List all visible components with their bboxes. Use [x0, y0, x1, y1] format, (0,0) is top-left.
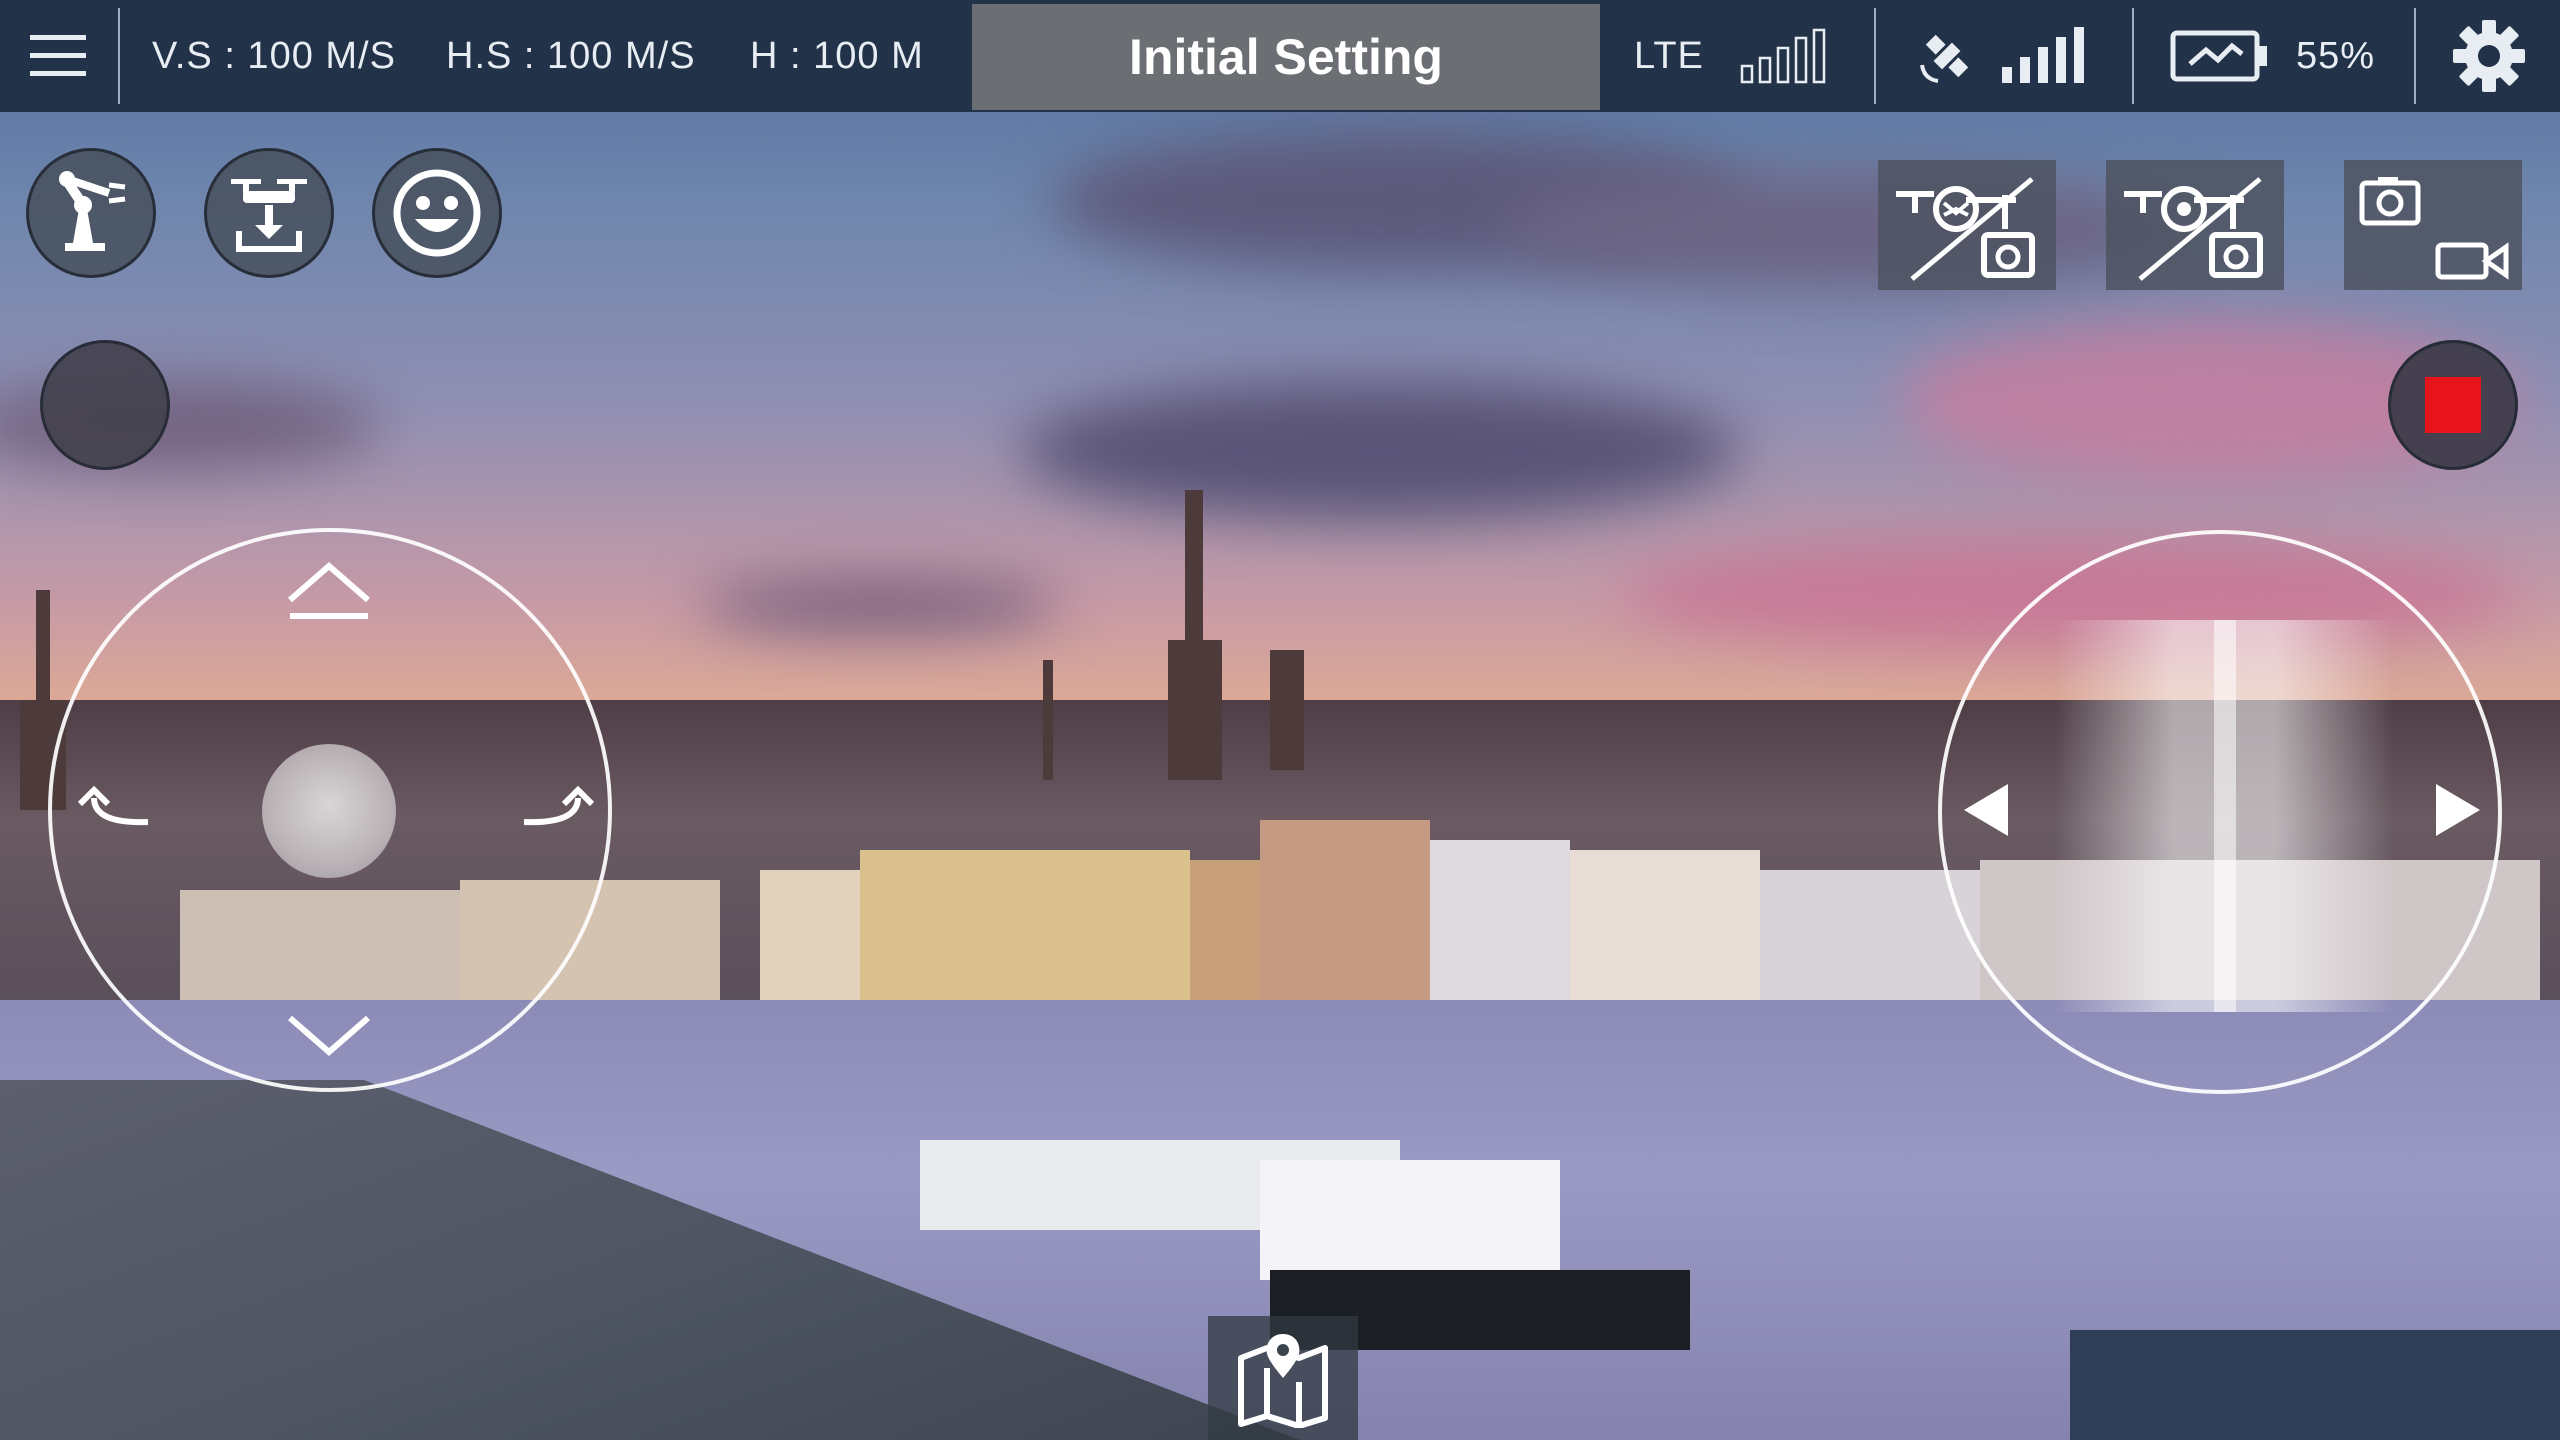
drone-camera-disabled-icon: [2124, 177, 2263, 281]
record-stop-icon: [2425, 377, 2481, 433]
satellite-icon: [1920, 34, 1969, 83]
photo-video-icon: [2359, 177, 2509, 280]
rotate-left-icon: [77, 785, 149, 826]
map-pin-icon: [1238, 1334, 1328, 1428]
battery-icon: [2170, 30, 2267, 82]
height-readout: H : 100 M: [750, 34, 924, 77]
smiley-face-icon: [393, 169, 481, 257]
horizontal-speed: H.S : 100 M/S: [446, 34, 696, 77]
throttle-handle[interactable]: [2214, 620, 2236, 1012]
robot-arm-icon: [59, 171, 126, 251]
drone-camera-disabled-icon: [1896, 177, 2035, 281]
camera-control-toggle[interactable]: [2106, 160, 2284, 290]
land-button[interactable]: [204, 148, 334, 278]
triangle-right-icon: [2436, 784, 2480, 836]
robot-arm-button[interactable]: [26, 148, 156, 278]
left-joystick-knob[interactable]: [262, 744, 396, 878]
face-button[interactable]: [372, 148, 502, 278]
drone-land-icon: [231, 179, 307, 252]
chevron-up-icon: [288, 562, 370, 619]
record-button[interactable]: [2388, 340, 2518, 470]
vertical-speed: V.S : 100 M/S: [152, 34, 396, 77]
settings-button[interactable]: [2452, 0, 2526, 112]
divider: [1874, 8, 1876, 104]
gps-signal-icon: [2002, 27, 2084, 83]
gear-icon: [2453, 20, 2525, 92]
divider: [118, 8, 120, 104]
divider: [2132, 8, 2134, 104]
photo-video-mode-toggle[interactable]: [2344, 160, 2522, 290]
gimbal-control-toggle[interactable]: [1878, 160, 2056, 290]
right-joystick[interactable]: [1938, 530, 2502, 1094]
left-joystick[interactable]: [48, 528, 612, 1092]
divider: [2414, 8, 2416, 104]
rotate-right-icon: [523, 785, 595, 826]
menu-button[interactable]: [30, 0, 86, 112]
page-title: Initial Setting: [1129, 29, 1443, 85]
blank-round-button[interactable]: [40, 340, 170, 470]
chevron-down-icon: [288, 1015, 370, 1056]
battery-percent: 55%: [2296, 34, 2376, 77]
hamburger-menu-icon: [30, 35, 86, 76]
network-label: LTE: [1634, 34, 1704, 77]
status-bar: V.S : 100 M/S H.S : 100 M/S H : 100 M In…: [0, 0, 2560, 112]
triangle-left-icon: [1964, 784, 2008, 836]
map-button[interactable]: [1208, 1316, 1358, 1440]
initial-setting-button[interactable]: Initial Setting: [972, 4, 1600, 110]
lte-signal-icon: [1740, 28, 1826, 84]
